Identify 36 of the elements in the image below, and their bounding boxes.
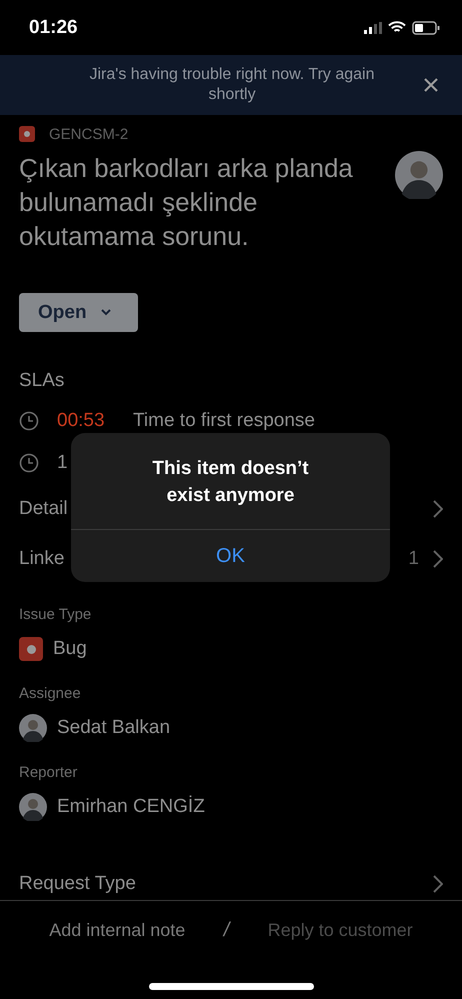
- status-time: 01:26: [29, 16, 78, 38]
- issue-title: Çıkan barkodları arka planda bulunamadı şeklinde okutamama sorunu.: [19, 152, 354, 253]
- battery-icon: [412, 20, 440, 34]
- field-value: Emirhan CENGİZ: [57, 796, 205, 818]
- section-heading: SLAs: [19, 370, 66, 392]
- wifi-icon: [388, 21, 406, 34]
- field-label: Assignee: [19, 685, 82, 702]
- status-dropdown[interactable]: Open: [19, 293, 138, 332]
- sla-label: Time to first response: [133, 410, 315, 432]
- caret-icon: [100, 309, 111, 316]
- field-label: Issue Type: [19, 606, 92, 623]
- chevron-right-icon: [433, 875, 443, 893]
- link-count: 1: [408, 548, 419, 570]
- field-value: Sedat Balkan: [57, 717, 170, 739]
- bug-icon: [19, 126, 35, 142]
- avatar: [19, 793, 47, 821]
- field-value: Bug: [53, 638, 87, 660]
- bug-icon: [19, 637, 43, 661]
- sla-time: 00:53: [57, 410, 106, 432]
- field-label: Reporter: [19, 764, 78, 781]
- clock-icon: [19, 453, 39, 473]
- avatar: [19, 714, 47, 742]
- chevron-right-icon: [433, 500, 443, 518]
- action-button[interactable]: Add internal note: [49, 920, 186, 940]
- issue-key: GENCSM-2: [49, 126, 128, 142]
- section-link[interactable]: Request Type: [19, 873, 433, 895]
- avatar: [395, 151, 443, 199]
- ok-button[interactable]: OK: [71, 529, 390, 582]
- banner-message: Jira's having trouble right now. Try again shortly: [88, 65, 376, 105]
- alert-message: This item doesn’t exist anymore: [151, 457, 310, 508]
- clock-icon: [19, 411, 39, 431]
- close-button[interactable]: [424, 78, 438, 92]
- signal-icon: [364, 22, 382, 34]
- separator: /: [224, 918, 230, 942]
- sla-time: 1: [57, 452, 69, 474]
- chevron-right-icon: [433, 550, 443, 568]
